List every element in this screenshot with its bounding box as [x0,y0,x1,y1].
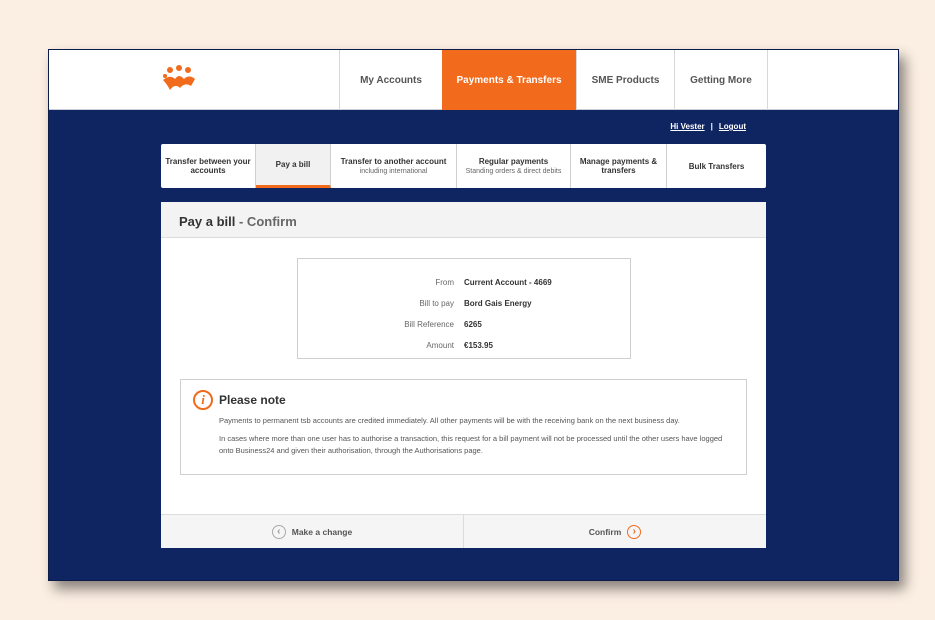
nav-sme-products[interactable]: SME Products [576,50,674,110]
user-links-separator: | [710,122,713,131]
detail-value: Bord Gais Energy [464,299,532,308]
payment-details: From Current Account - 4669 Bill to pay … [297,258,631,359]
tab-label: Manage payments & transfers [579,157,658,175]
detail-label: Bill to pay [419,299,454,308]
main-nav: My Accounts Payments & Transfers SME Pro… [339,50,768,110]
tab-transfer-to-another-account[interactable]: Transfer to another account including in… [331,144,457,188]
note-title: Please note [219,393,286,407]
detail-row: From Current Account - 4669 [298,272,630,293]
page-title-sub: - Confirm [235,214,297,229]
logo-icon[interactable] [161,64,197,94]
page-title: Pay a bill - Confirm [161,202,766,238]
chevron-right-icon: › [627,524,642,539]
tab-label: Transfer to another account [340,156,447,166]
tab-bulk-transfers[interactable]: Bulk Transfers [667,144,766,188]
chevron-left-icon: ‹ [271,524,286,539]
note-text: Payments to permanent tsb accounts are c… [219,416,680,425]
tab-label: Pay a bill [275,160,311,169]
nav-payments-transfers[interactable]: Payments & Transfers [442,50,576,110]
logout-link[interactable]: Logout [719,122,746,131]
confirm-button[interactable]: Confirm › [463,515,766,548]
detail-row: Amount €153.95 [298,335,630,356]
nav-my-accounts[interactable]: My Accounts [339,50,442,110]
detail-value: Current Account - 4669 [464,278,552,287]
confirm-panel: Pay a bill - Confirm From Current Accoun… [161,202,766,548]
make-a-change-label: Make a change [291,526,353,537]
tab-transfer-between-accounts[interactable]: Transfer between your accounts [161,144,256,188]
tab-sublabel: Standing orders & direct debits [465,167,562,175]
nav-getting-more[interactable]: Getting More [674,50,768,110]
page-title-main: Pay a bill [179,214,236,229]
detail-label: Bill Reference [404,320,454,329]
detail-value: 6265 [464,320,482,329]
please-note-box: i Please note Payments to permanent tsb … [180,379,747,475]
confirm-label: Confirm [588,526,622,537]
payments-subnav: Transfer between your accounts Pay a bil… [161,144,766,188]
action-bar: ‹ Make a change Confirm › [161,514,766,548]
detail-label: From [435,278,454,287]
tab-label: Bulk Transfers [688,161,745,171]
top-navigation: My Accounts Payments & Transfers SME Pro… [49,50,898,110]
detail-row: Bill Reference 6265 [298,314,630,335]
tab-pay-a-bill[interactable]: Pay a bill [256,144,331,188]
make-a-change-button[interactable]: ‹ Make a change [161,515,463,548]
user-links: Hi Vester | Logout [670,122,746,131]
tab-label: Transfer between your accounts [165,157,251,175]
info-icon: i [193,390,213,410]
note-text: In cases where more than one user has to… [219,434,723,455]
detail-label: Amount [426,341,454,350]
note-heading: i Please note [193,390,734,410]
user-greeting-link[interactable]: Hi Vester [670,122,704,131]
tab-label: Regular payments [478,156,549,166]
detail-value: €153.95 [464,341,493,350]
detail-row: Bill to pay Bord Gais Energy [298,293,630,314]
tab-regular-payments[interactable]: Regular payments Standing orders & direc… [457,144,571,188]
app-window: My Accounts Payments & Transfers SME Pro… [48,49,899,581]
tab-manage-payments[interactable]: Manage payments & transfers [571,144,667,188]
tab-sublabel: including international [359,167,428,175]
